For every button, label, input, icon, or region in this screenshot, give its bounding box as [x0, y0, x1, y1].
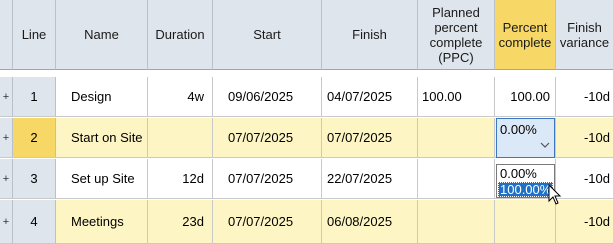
- task-start[interactable]: 07/07/2025: [213, 118, 322, 158]
- task-finish-variance[interactable]: -10d: [556, 200, 613, 244]
- task-duration[interactable]: [148, 118, 213, 158]
- task-name[interactable]: Set up Site: [56, 159, 148, 199]
- header-ppc-line1: Planned: [432, 4, 480, 20]
- header-pct-line2: complete: [498, 34, 552, 50]
- task-name[interactable]: Design: [56, 77, 148, 117]
- header-finish-variance[interactable]: Finish variance: [556, 0, 613, 70]
- line-number[interactable]: 4: [13, 200, 56, 244]
- task-start[interactable]: 07/07/2025: [213, 200, 322, 244]
- combobox-value: 0.00%: [500, 122, 537, 137]
- expand-icon[interactable]: +: [0, 118, 13, 158]
- task-grid: Line Name Duration Start Finish Planned …: [0, 0, 613, 244]
- task-finish-variance[interactable]: -10d: [556, 159, 613, 199]
- line-number[interactable]: 2: [13, 118, 56, 158]
- percent-dropdown-list[interactable]: 0.00% 100.00%: [496, 164, 555, 198]
- header-name[interactable]: Name: [56, 0, 148, 70]
- task-duration[interactable]: 23d: [148, 200, 213, 244]
- header-expander: [0, 0, 13, 70]
- header-ppc-line3: complete: [429, 34, 483, 50]
- header-ppc[interactable]: Planned percent complete (PPC): [418, 0, 495, 70]
- header-fv-line2: variance: [559, 34, 610, 50]
- task-finish-variance[interactable]: -10d: [556, 118, 613, 158]
- expand-icon[interactable]: +: [0, 77, 13, 117]
- task-finish-variance[interactable]: -10d: [556, 77, 613, 117]
- dropdown-option[interactable]: 0.00%: [498, 166, 553, 181]
- table-row[interactable]: + 1 Design 4w 09/06/2025 04/07/2025 100.…: [0, 77, 613, 117]
- expand-icon[interactable]: +: [0, 159, 13, 199]
- task-name[interactable]: Start on Site: [56, 118, 148, 158]
- percent-complete-combobox[interactable]: 0.00%: [496, 118, 555, 158]
- table-row[interactable]: + 4 Meetings 23d 07/07/2025 06/08/2025 -…: [0, 200, 613, 244]
- task-ppc[interactable]: [418, 200, 495, 244]
- task-finish[interactable]: 06/08/2025: [322, 200, 418, 244]
- task-percent-complete[interactable]: 100.00: [495, 77, 556, 117]
- expand-icon[interactable]: +: [0, 200, 13, 244]
- task-finish[interactable]: 04/07/2025: [322, 77, 418, 117]
- dropdown-option-selected[interactable]: 100.00%: [498, 182, 553, 197]
- task-finish[interactable]: 07/07/2025: [322, 118, 418, 158]
- header-ppc-line2: percent: [434, 19, 478, 35]
- task-start[interactable]: 09/06/2025: [213, 77, 322, 117]
- mouse-cursor-icon: [548, 184, 562, 205]
- header-line[interactable]: Line: [13, 0, 56, 70]
- header-finish[interactable]: Finish: [322, 0, 418, 70]
- task-finish[interactable]: 22/07/2025: [322, 159, 418, 199]
- task-ppc[interactable]: [418, 159, 495, 199]
- line-number[interactable]: 1: [13, 77, 56, 117]
- header-duration[interactable]: Duration: [148, 0, 213, 70]
- header-ppc-line4: (PPC): [438, 49, 474, 65]
- header-percent-complete[interactable]: Percent complete: [495, 0, 556, 70]
- task-ppc[interactable]: [418, 118, 495, 158]
- task-percent-complete[interactable]: [495, 200, 556, 244]
- task-name[interactable]: Meetings: [56, 200, 148, 244]
- task-duration[interactable]: 12d: [148, 159, 213, 199]
- task-duration[interactable]: 4w: [148, 77, 213, 117]
- header-pct-line1: Percent: [502, 19, 548, 35]
- header-start[interactable]: Start: [213, 0, 322, 70]
- chevron-down-icon[interactable]: [540, 141, 550, 149]
- header-fv-line1: Finish: [567, 19, 602, 35]
- line-number[interactable]: 3: [13, 159, 56, 199]
- task-ppc[interactable]: 100.00: [418, 77, 495, 117]
- task-start[interactable]: 07/07/2025: [213, 159, 322, 199]
